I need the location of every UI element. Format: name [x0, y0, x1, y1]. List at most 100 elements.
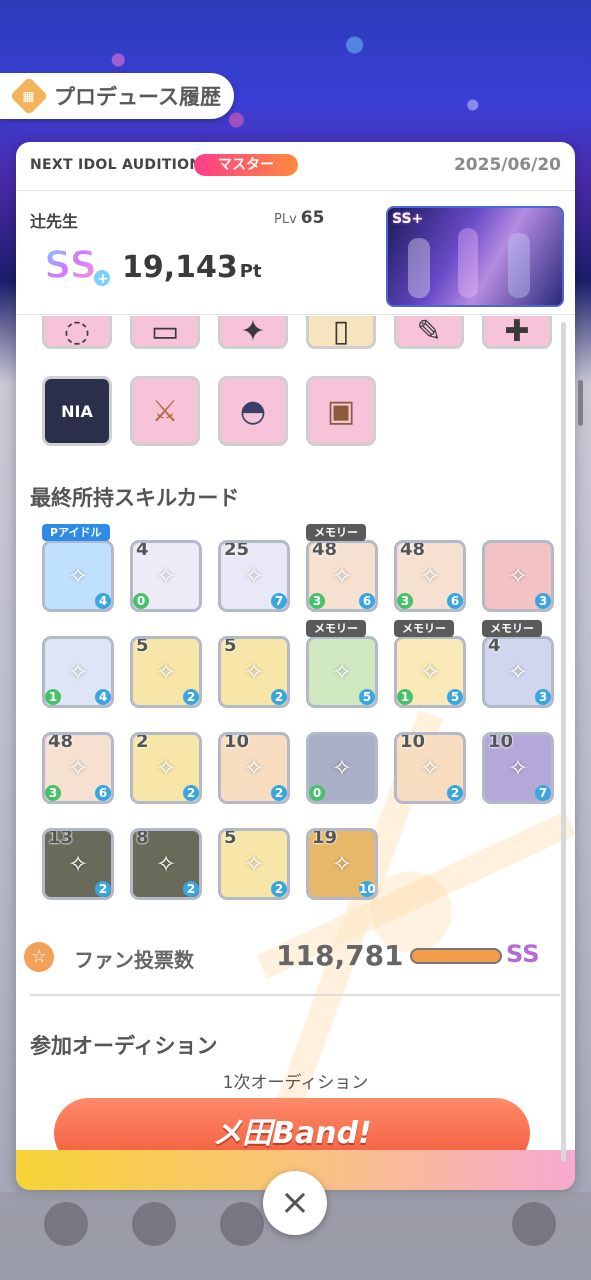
audition-name: NEXT IDOL AUDITION	[30, 157, 202, 173]
skill-card-count-left: 0	[133, 593, 149, 609]
skill-card[interactable]: ✧ 4 3	[482, 636, 554, 708]
home-icon[interactable]	[44, 1202, 88, 1246]
skill-card-count-right: 2	[447, 785, 463, 801]
skill-card[interactable]: ✧ 13 2	[42, 828, 114, 900]
skill-card-cost: 48	[312, 540, 338, 560]
skill-card-count-right: 4	[95, 593, 111, 609]
page-title: プロデュース履歴	[54, 85, 221, 109]
skill-card-cost: 10	[224, 732, 250, 752]
skill-card-cost: 25	[224, 540, 250, 560]
skill-card-section-title: 最終所持スキルカード	[30, 486, 240, 510]
skill-card[interactable]: ✧ 0	[306, 732, 378, 804]
fan-vote-rank: SS	[506, 940, 540, 968]
skill-card[interactable]: ✧ 3	[482, 540, 554, 612]
skill-card[interactable]: ✧ 48 3 6	[42, 732, 114, 804]
skill-card-cost: 5	[136, 636, 149, 656]
item-jar[interactable]: ▯	[306, 316, 376, 349]
skill-card[interactable]: ✧ 5 2	[218, 828, 290, 900]
skill-card[interactable]: ✧ 19 10	[306, 828, 378, 900]
skill-card-count-right: 6	[95, 785, 111, 801]
page-scrollbar[interactable]	[578, 380, 583, 426]
skill-card-count-right: 2	[95, 881, 111, 897]
skill-card[interactable]: ✧ 48 3 6	[306, 540, 378, 612]
skill-card-count-right: 6	[359, 593, 375, 609]
skill-card[interactable]: ✧ 8 2	[130, 828, 202, 900]
skill-card-count-right: 5	[447, 689, 463, 705]
skill-card-count-right: 2	[271, 881, 287, 897]
nia-card-icon: NIA	[45, 379, 109, 443]
skill-card[interactable]: ✧ 25 7	[218, 540, 290, 612]
skill-card[interactable]: ✧ 1 5	[394, 636, 466, 708]
skill-card[interactable]: ✧ 2 2	[130, 732, 202, 804]
skill-card[interactable]: ✧ 10 7	[482, 732, 554, 804]
live-thumbnail[interactable]: SS+	[386, 206, 564, 307]
item-plus[interactable]: ✚	[482, 316, 552, 349]
rank-ss-plus-icon: SS +	[43, 242, 112, 288]
audition-header: NEXT IDOL AUDITION マスター 2025/06/20	[16, 142, 575, 191]
ticket-icon: ▦	[9, 76, 49, 116]
thumbnail-rank: SS+	[392, 211, 424, 227]
skill-card-count-right: 2	[271, 785, 287, 801]
fan-vote-bar	[410, 948, 502, 964]
header-divider	[16, 314, 575, 315]
skill-card[interactable]: ✧ 5	[306, 636, 378, 708]
skill-card[interactable]: ✧ 48 3 6	[394, 540, 466, 612]
difficulty-badge: マスター	[194, 154, 298, 176]
skill-card-count-left: 3	[397, 593, 413, 609]
menu-icon[interactable]	[512, 1202, 556, 1246]
svg-text:SS: SS	[44, 243, 97, 287]
idol-icon[interactable]	[132, 1202, 176, 1246]
audition-round: 1次オーディション	[222, 1073, 369, 1093]
skill-card-count-right: 2	[271, 689, 287, 705]
audition-date: 2025/06/20	[453, 155, 561, 175]
skill-card-cost: 2	[136, 732, 149, 752]
skill-card-count-left: 1	[45, 689, 61, 705]
item-giftbox[interactable]: ▣	[306, 376, 376, 446]
skill-card-count-right: 2	[183, 689, 199, 705]
skill-card-cost: 5	[224, 828, 237, 848]
sword-icon: ⚔	[151, 393, 179, 429]
fan-vote-value: 118,781	[276, 939, 404, 972]
skill-card[interactable]: ✧ 5 2	[218, 636, 290, 708]
skill-card-cost: 4	[136, 540, 149, 560]
skill-card-count-right: 2	[183, 881, 199, 897]
note-icon: ✎	[416, 316, 442, 349]
skill-card-count-left: 3	[309, 593, 325, 609]
skill-card-count-right: 6	[447, 593, 463, 609]
skill-card-count-left: 3	[45, 785, 61, 801]
item-sword[interactable]: ⚔	[130, 376, 200, 446]
card-scrollbar[interactable]	[561, 322, 566, 1162]
skill-card-tag: メモリー	[482, 620, 542, 637]
skill-card-cost: 10	[488, 732, 514, 752]
skill-card[interactable]: ✧ 5 2	[130, 636, 202, 708]
item-cap[interactable]: ◓	[218, 376, 288, 446]
page-header: ▦ プロデュース履歴	[0, 73, 234, 119]
item-paper[interactable]: ▭	[130, 316, 200, 349]
skill-card-cost: 48	[400, 540, 426, 560]
skill-card-tag: Pアイドル	[42, 524, 110, 541]
skill-card-count-left: 0	[309, 785, 325, 801]
item-ribbon[interactable]: ✦	[218, 316, 288, 349]
gacha-icon[interactable]	[220, 1202, 264, 1246]
skill-card-cost: 19	[312, 828, 338, 848]
item-note[interactable]: ✎	[394, 316, 464, 349]
close-button[interactable]: ×	[263, 1171, 327, 1235]
item-ring[interactable]: ◌	[42, 316, 112, 349]
skill-card-count-right: 4	[95, 689, 111, 705]
skill-card[interactable]: ✧ 4 0	[130, 540, 202, 612]
skill-card[interactable]: ✧ 10 2	[394, 732, 466, 804]
skill-card-tag: メモリー	[306, 620, 366, 637]
skill-card-cost: 13	[48, 828, 74, 848]
skill-card[interactable]: ✧ 10 2	[218, 732, 290, 804]
skill-card[interactable]: ✧ 1 4	[42, 636, 114, 708]
skill-card[interactable]: ✧ 4	[42, 540, 114, 612]
skill-card-count-right: 3	[535, 593, 551, 609]
plus-icon: ✚	[504, 316, 530, 349]
jar-icon: ▯	[332, 316, 350, 349]
skill-card-tag: メモリー	[306, 524, 366, 541]
skill-card-count-right: 5	[359, 689, 375, 705]
skill-card-count-right: 10	[359, 881, 376, 897]
item-nia-card[interactable]: NIA	[42, 376, 112, 446]
idol-name: 辻先生	[30, 212, 79, 231]
skill-card-cost: 10	[400, 732, 426, 752]
